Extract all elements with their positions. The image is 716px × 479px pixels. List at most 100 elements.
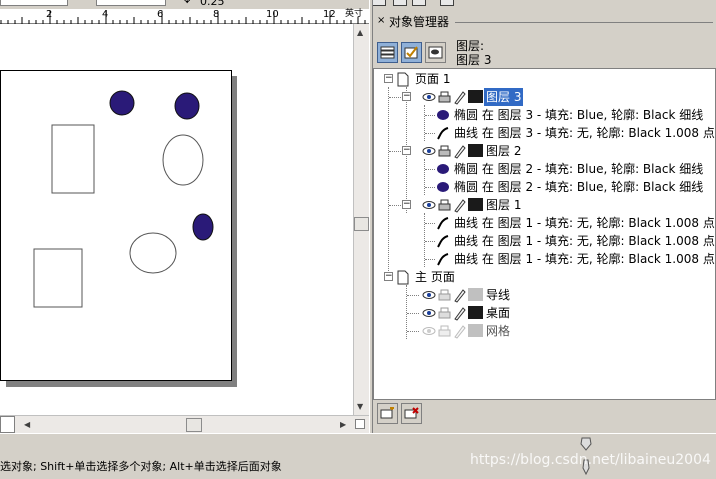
collapse-icon[interactable]: − xyxy=(384,272,393,281)
tree-label[interactable]: 图层 3 xyxy=(484,88,524,106)
tree-row-object[interactable]: 曲线 在 图层 3 - 填充: 无, 轮廓: Black 1.008 点 xyxy=(374,124,715,142)
tree-label: 曲线 在 图层 1 - 填充: 无, 轮廓: Black 1.008 点 xyxy=(454,216,715,230)
edit-across-layers-button[interactable] xyxy=(401,42,422,63)
ellipse-outline-shape[interactable] xyxy=(162,134,204,186)
status-hint: 选对象; Shift+单击选择多个对象; Alt+单击选择后面对象 xyxy=(0,460,282,473)
nudge-value[interactable]: 0.25 xyxy=(200,0,225,8)
pencil-icon[interactable] xyxy=(452,304,466,322)
page-icon xyxy=(397,72,409,87)
tree-label[interactable]: 图层 1 xyxy=(486,196,521,214)
layer-color-swatch[interactable] xyxy=(468,288,483,301)
tree-label[interactable]: 网格 xyxy=(486,322,510,340)
pencil-icon[interactable] xyxy=(452,322,466,340)
horizontal-scroll-thumb[interactable] xyxy=(186,418,202,432)
object-tree[interactable]: − 页面 1 − 图层 3 椭圆 在 图层 3 - 填充: Blue, 轮廓: … xyxy=(373,68,716,400)
printer-icon[interactable] xyxy=(437,142,451,160)
eye-icon[interactable] xyxy=(422,304,436,322)
collapse-icon[interactable]: − xyxy=(384,74,393,83)
eye-icon[interactable] xyxy=(422,322,436,340)
toolbar-button-icon[interactable] xyxy=(440,0,454,6)
new-layer-button[interactable] xyxy=(377,403,398,424)
tree-row-object[interactable]: 曲线 在 图层 1 - 填充: 无, 轮廓: Black 1.008 点 xyxy=(374,232,715,250)
new-layer-icon xyxy=(380,407,394,419)
docker-title: 对象管理器 xyxy=(389,15,450,29)
tree-row-layer2[interactable]: − 图层 2 xyxy=(374,142,715,160)
ellipse-filled-shape[interactable] xyxy=(109,90,135,116)
ellipse-filled-shape[interactable] xyxy=(192,213,214,241)
printer-icon[interactable] xyxy=(437,196,451,214)
pencil-icon[interactable] xyxy=(452,286,466,304)
layer-color-swatch[interactable] xyxy=(468,144,483,157)
show-object-properties-button[interactable] xyxy=(377,42,398,63)
pencil-icon[interactable] xyxy=(452,142,466,160)
printer-icon[interactable] xyxy=(437,88,451,106)
scroll-right-icon[interactable]: ▶ xyxy=(340,420,346,430)
rectangle-shape[interactable] xyxy=(33,248,83,308)
tree-row-object[interactable]: 椭圆 在 图层 2 - 填充: Blue, 轮廓: Black 细线 xyxy=(374,160,715,178)
tree-label: 主 页面 xyxy=(415,270,455,284)
delete-button[interactable] xyxy=(401,403,422,424)
printer-icon[interactable] xyxy=(437,304,451,322)
collapse-icon[interactable]: − xyxy=(402,92,411,101)
scroll-down-icon[interactable]: ▼ xyxy=(357,402,363,412)
eye-icon[interactable] xyxy=(422,88,436,106)
layer-color-swatch[interactable] xyxy=(468,198,483,211)
property-bar: ✥ 0.25 xyxy=(0,0,716,9)
ellipse-outline-shape[interactable] xyxy=(129,232,177,274)
tree-label: 曲线 在 图层 1 - 填充: 无, 轮廓: Black 1.008 点 xyxy=(454,252,715,266)
tree-row-page1[interactable]: − 页面 1 xyxy=(374,70,715,88)
toolbar-button-icon[interactable] xyxy=(372,0,386,6)
ruler-label: 2 xyxy=(46,9,53,20)
tree-row-master-page[interactable]: − 主 页面 xyxy=(374,268,715,286)
toolbar-button-icon[interactable] xyxy=(412,0,426,6)
ellipse-filled-shape[interactable] xyxy=(174,92,200,120)
ellipse-icon xyxy=(437,164,449,174)
tree-row-guides-layer[interactable]: 导线 xyxy=(374,286,715,304)
layer-color-swatch[interactable] xyxy=(468,306,483,319)
horizontal-scrollbar[interactable]: ◀ ▶ xyxy=(0,415,369,433)
tree-row-object[interactable]: 椭圆 在 图层 3 - 填充: Blue, 轮廓: Black 细线 xyxy=(374,106,715,124)
tree-row-object[interactable]: 曲线 在 图层 1 - 填充: 无, 轮廓: Black 1.008 点 xyxy=(374,214,715,232)
page-tab[interactable] xyxy=(0,416,15,433)
canvas-shapes xyxy=(33,90,214,308)
rectangle-shape[interactable] xyxy=(51,124,95,194)
eye-icon[interactable] xyxy=(422,286,436,304)
show-object-properties-icon xyxy=(380,46,395,59)
layer-manager-view-button[interactable] xyxy=(425,42,446,63)
scroll-left-icon[interactable]: ◀ xyxy=(24,420,30,430)
nudge-icon: ✥ xyxy=(183,0,192,6)
tree-row-layer3[interactable]: − 图层 3 xyxy=(374,88,715,106)
printer-icon[interactable] xyxy=(437,322,451,340)
collapse-icon[interactable]: − xyxy=(402,146,411,155)
tree-row-desktop-layer[interactable]: 桌面 xyxy=(374,304,715,322)
vertical-scroll-thumb[interactable] xyxy=(354,217,369,231)
tree-label[interactable]: 图层 2 xyxy=(486,142,521,160)
scroll-up-icon[interactable]: ▲ xyxy=(357,28,363,38)
collapse-icon[interactable]: − xyxy=(402,200,411,209)
tree-row-object[interactable]: 曲线 在 图层 1 - 填充: 无, 轮廓: Black 1.008 点 xyxy=(374,250,715,268)
ruler-ticks xyxy=(0,11,366,24)
scale-field[interactable] xyxy=(96,0,166,6)
object-size-field[interactable] xyxy=(0,0,68,6)
tree-row-grid-layer[interactable]: 网格 xyxy=(374,322,715,340)
printer-icon[interactable] xyxy=(437,286,451,304)
pencil-icon[interactable] xyxy=(452,88,466,106)
layer-color-swatch[interactable] xyxy=(468,90,483,103)
tree-row-layer1[interactable]: − 图层 1 xyxy=(374,196,715,214)
docker-header: × 对象管理器 xyxy=(373,14,716,31)
current-layer-name: 图层 3 xyxy=(456,53,492,67)
layer-color-swatch[interactable] xyxy=(468,324,483,337)
close-icon[interactable]: × xyxy=(377,15,385,27)
tree-label[interactable]: 导线 xyxy=(486,286,510,304)
tree-label[interactable]: 桌面 xyxy=(486,304,510,322)
toolbar-button-icon[interactable] xyxy=(393,0,407,6)
tree-row-object[interactable]: 椭圆 在 图层 2 - 填充: Blue, 轮廓: Black 细线 xyxy=(374,178,715,196)
ruler-unit: 英寸 xyxy=(345,9,364,19)
eye-icon[interactable] xyxy=(422,196,436,214)
eye-icon[interactable] xyxy=(422,142,436,160)
drawing-canvas[interactable] xyxy=(0,24,353,415)
tree-label: 页面 1 xyxy=(415,72,451,86)
pencil-icon[interactable] xyxy=(452,196,466,214)
ruler-label: 12 xyxy=(323,9,336,20)
vertical-scrollbar[interactable]: ▲ ▼ xyxy=(353,24,369,415)
